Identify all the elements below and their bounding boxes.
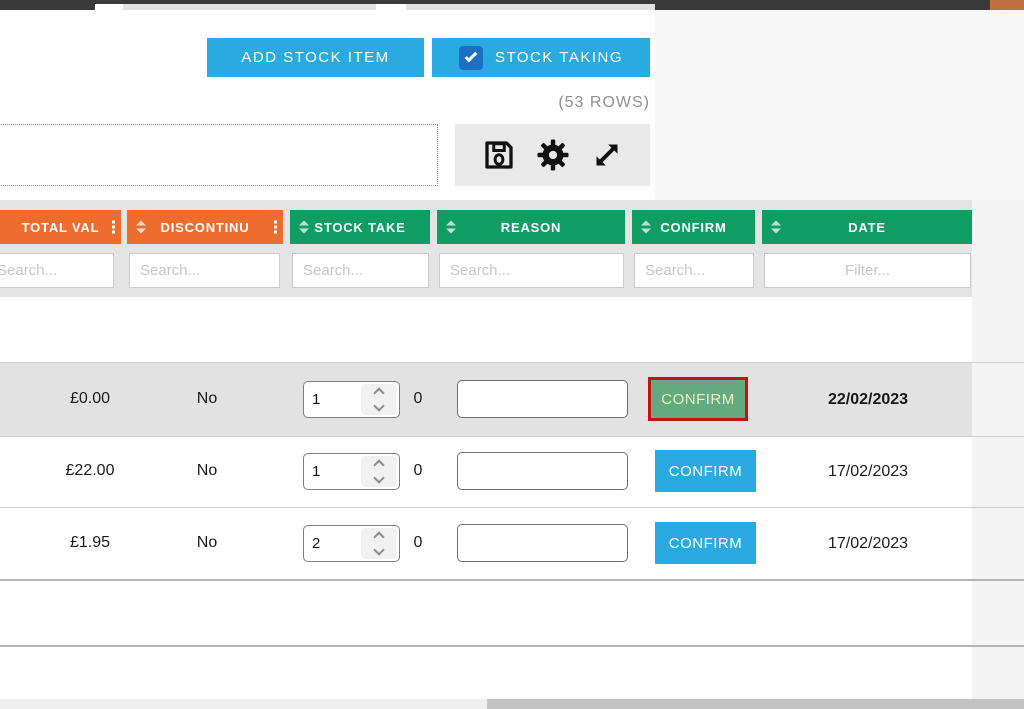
cell-date: 17/02/2023 <box>827 535 909 552</box>
table-toolbar <box>455 124 650 186</box>
stock-take-quantity-input[interactable] <box>304 526 359 561</box>
column-label: STOCK TAKE <box>314 219 406 235</box>
cell-counted: 0 <box>413 534 423 551</box>
filter-input-reason[interactable] <box>439 253 624 288</box>
spinner-down-icon[interactable] <box>373 400 385 412</box>
stock-take-spinner[interactable] <box>303 525 400 562</box>
filter-input-confirm[interactable] <box>634 253 754 288</box>
column-header-date[interactable]: DATE <box>762 210 972 244</box>
tab-gap <box>95 4 123 10</box>
spinner-up-icon[interactable] <box>373 387 385 399</box>
row-divider <box>0 645 1024 647</box>
stock-taking-checkbox[interactable] <box>458 45 483 70</box>
cell-total-value: £22.00 <box>65 462 115 479</box>
tab-gap <box>376 4 406 10</box>
cell-total-value: £1.95 <box>69 534 111 551</box>
row-divider <box>0 507 1024 508</box>
column-header-reason[interactable]: REASON <box>437 210 625 244</box>
filter-input-discontinued[interactable] <box>129 253 280 288</box>
spinner-buttons[interactable] <box>361 528 397 559</box>
sort-icon[interactable] <box>641 220 651 234</box>
confirm-button[interactable]: CONFIRM <box>655 522 756 564</box>
add-stock-item-button[interactable]: ADD STOCK ITEM <box>207 38 424 77</box>
confirm-button[interactable]: CONFIRM <box>655 450 756 492</box>
sort-icon[interactable] <box>136 220 146 234</box>
reason-input[interactable] <box>457 380 628 418</box>
page-background-strip <box>972 200 1024 699</box>
column-header-discontinued[interactable]: DISCONTINU <box>127 210 283 244</box>
row-divider <box>0 436 1024 437</box>
column-label: REASON <box>500 219 562 235</box>
sort-icon[interactable] <box>446 220 456 234</box>
tab-edge <box>123 4 376 10</box>
page-background-right <box>655 10 1024 202</box>
add-stock-item-label: ADD STOCK ITEM <box>241 49 390 66</box>
column-header-total-value[interactable]: TOTAL VAL <box>0 210 121 244</box>
rows-count-label: (53 ROWS) <box>558 94 650 111</box>
spinner-up-icon[interactable] <box>373 459 385 471</box>
quick-search-box[interactable] <box>0 124 438 186</box>
cell-counted: 0 <box>413 462 423 479</box>
cell-counted: 0 <box>413 390 423 407</box>
save-icon[interactable] <box>480 136 518 174</box>
column-menu-icon[interactable] <box>274 220 277 234</box>
cell-discontinued: No <box>196 534 218 551</box>
column-menu-icon[interactable] <box>112 220 115 234</box>
cell-discontinued: No <box>196 390 218 407</box>
spinner-down-icon[interactable] <box>373 472 385 484</box>
reason-input[interactable] <box>457 524 628 562</box>
stock-management-page: ADD STOCK ITEM STOCK TAKING (53 ROWS) TO… <box>0 0 1024 709</box>
sort-icon[interactable] <box>299 220 309 234</box>
column-header-stock-take[interactable]: STOCK TAKE <box>290 210 430 244</box>
row-divider <box>0 579 1024 581</box>
reason-input[interactable] <box>457 452 628 490</box>
column-label: DISCONTINU <box>160 219 250 235</box>
cell-discontinued: No <box>196 462 218 479</box>
tab-edge <box>406 4 655 10</box>
filter-input-date[interactable] <box>764 253 971 288</box>
column-label: DATE <box>848 219 886 235</box>
stock-take-spinner[interactable] <box>303 381 400 418</box>
column-label: TOTAL VAL <box>21 219 100 235</box>
sort-icon[interactable] <box>771 220 781 234</box>
cell-date: 17/02/2023 <box>827 463 909 480</box>
stock-take-spinner[interactable] <box>303 453 400 490</box>
confirm-button-selected[interactable]: CONFIRM <box>648 377 748 421</box>
cell-date: 22/02/2023 <box>827 391 909 408</box>
stock-take-quantity-input[interactable] <box>304 382 359 417</box>
settings-icon[interactable] <box>534 136 572 174</box>
check-icon <box>464 49 478 63</box>
spinner-buttons[interactable] <box>361 456 397 487</box>
stock-taking-label: STOCK TAKING <box>494 49 624 66</box>
spinner-down-icon[interactable] <box>373 544 385 556</box>
cell-total-value: £0.00 <box>69 390 111 407</box>
spinner-buttons[interactable] <box>361 384 397 415</box>
column-header-confirm[interactable]: CONFIRM <box>632 210 755 244</box>
filter-input-total-value[interactable] <box>0 253 114 288</box>
filter-input-stock-take[interactable] <box>292 253 429 288</box>
column-label: CONFIRM <box>660 219 727 235</box>
horizontal-scrollbar-thumb[interactable] <box>487 699 1024 709</box>
browser-tab-orange <box>990 0 1024 10</box>
expand-icon[interactable] <box>588 136 626 174</box>
stock-taking-toggle-button[interactable]: STOCK TAKING <box>432 38 650 77</box>
stock-take-quantity-input[interactable] <box>304 454 359 489</box>
spinner-up-icon[interactable] <box>373 531 385 543</box>
